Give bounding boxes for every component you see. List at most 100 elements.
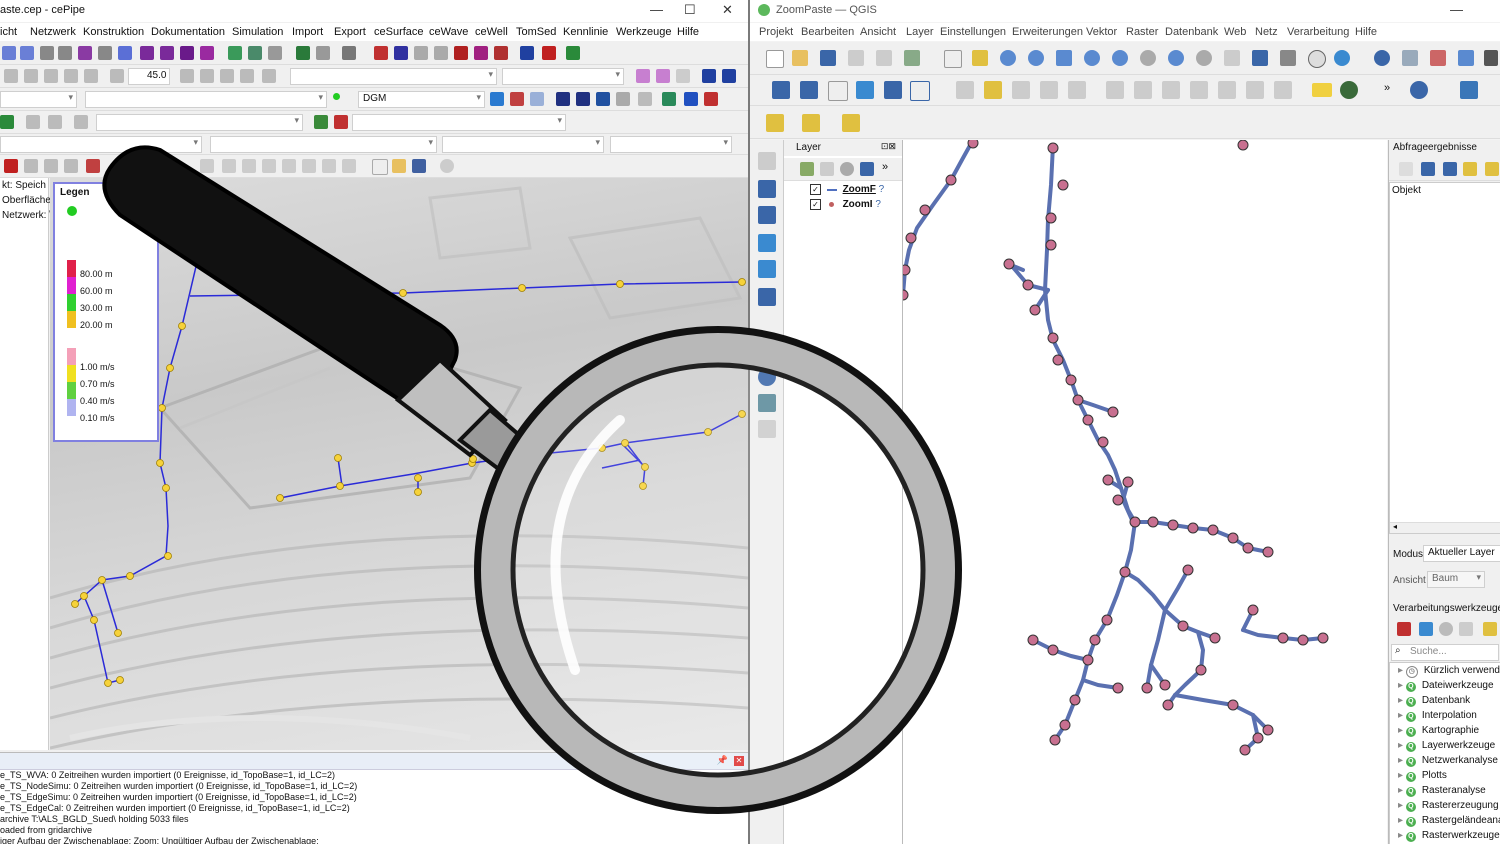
move-icon[interactable]: [44, 159, 58, 173]
add-spatialite-icon[interactable]: [758, 260, 776, 278]
zoom-last-icon[interactable]: [1168, 50, 1184, 66]
results-viewer-icon[interactable]: [1459, 622, 1473, 636]
kn-icon[interactable]: [26, 115, 40, 129]
open-project-icon[interactable]: [792, 50, 808, 66]
paste-icon[interactable]: [86, 159, 100, 173]
close-button[interactable]: ✕: [722, 2, 733, 18]
arrow-up-icon[interactable]: [722, 69, 736, 83]
attribute-table-icon[interactable]: [1402, 50, 1418, 66]
menu-projekt[interactable]: Projekt: [759, 26, 793, 38]
menu-layer[interactable]: Layer: [906, 26, 934, 38]
refresh-icon[interactable]: [1334, 50, 1350, 66]
maximize-button[interactable]: ☐: [684, 2, 696, 18]
menu-datenbank[interactable]: Datenbank: [1165, 26, 1218, 38]
tile4-icon[interactable]: [616, 92, 630, 106]
copy-icon[interactable]: [64, 159, 78, 173]
tool-group-raster-analysis[interactable]: ▸ Q Rasteranalyse: [1398, 785, 1486, 797]
tool-group-recent[interactable]: ▸ ◷ Kürzlich verwendet: [1398, 665, 1500, 678]
angle-icon[interactable]: [110, 69, 124, 83]
paste-features-icon[interactable]: [1218, 81, 1236, 99]
hydrant-icon[interactable]: [542, 46, 556, 60]
layer-checkbox[interactable]: ✓: [810, 199, 821, 210]
dgm-combo[interactable]: DGM ▾: [358, 91, 485, 108]
modify-attributes-icon[interactable]: [1106, 81, 1124, 99]
filter-combo-1[interactable]: ▾: [0, 136, 202, 153]
save-file-icon[interactable]: [412, 159, 426, 173]
menu-cesurface[interactable]: ceSurface: [374, 26, 424, 38]
select-features-icon[interactable]: [766, 114, 784, 132]
variant-combo[interactable]: ▾: [85, 91, 327, 108]
pin-green-icon[interactable]: [314, 115, 328, 129]
menu-export[interactable]: Export: [334, 26, 366, 38]
menu-konstruktion[interactable]: Konstruktion: [83, 26, 144, 38]
draw-line-icon[interactable]: [228, 46, 242, 60]
kl-icon[interactable]: [48, 115, 62, 129]
zoom-next-icon[interactable]: [1196, 50, 1212, 66]
menu-tomsed[interactable]: TomSed: [516, 26, 556, 38]
bookmarks-icon[interactable]: [1280, 50, 1296, 66]
filter-combo-2[interactable]: ▾: [210, 136, 437, 153]
layers-panel-close-icon[interactable]: ⊡⊠: [881, 141, 896, 152]
forward-icon[interactable]: [58, 46, 72, 60]
menu-ansicht[interactable]: icht: [0, 26, 17, 38]
chart-icon[interactable]: [282, 159, 296, 173]
filter-combo-4[interactable]: ▾: [610, 136, 732, 153]
tool-group-raster-creation[interactable]: ▸ Q Rastererzeugung: [1398, 800, 1499, 812]
zoom-in-icon[interactable]: [1000, 50, 1016, 66]
profile-icon[interactable]: [636, 69, 650, 83]
point-icon[interactable]: [566, 46, 580, 60]
digitize-icon[interactable]: [856, 81, 874, 99]
zoom-in-icon[interactable]: [2, 46, 16, 60]
menu-import[interactable]: Import: [292, 26, 323, 38]
tile-icon[interactable]: [556, 92, 570, 106]
data-source-manager-icon[interactable]: [772, 81, 790, 99]
temp-layer-icon[interactable]: [884, 81, 902, 99]
tool-group-network[interactable]: ▸ Q Netzwerkanalyse: [1398, 755, 1498, 767]
pan-map-icon[interactable]: [944, 50, 962, 68]
field-calculator-icon[interactable]: [1430, 50, 1446, 66]
measure-icon[interactable]: [200, 46, 214, 60]
models-icon[interactable]: [1397, 622, 1411, 636]
processing-toolbox-icon[interactable]: [1458, 50, 1474, 66]
tool-b-icon[interactable]: [200, 69, 214, 83]
node-blue-icon[interactable]: [394, 46, 408, 60]
result-combo[interactable]: ▾: [352, 114, 566, 131]
layout-manager-icon[interactable]: [876, 50, 892, 66]
help-icon[interactable]: [440, 159, 454, 173]
menu-netz[interactable]: Netz: [1255, 26, 1278, 38]
horizontal-scrollbar[interactable]: ◂: [1390, 522, 1500, 533]
menu-kennlinie[interactable]: Kennlinie: [563, 26, 608, 38]
add-group-icon[interactable]: [820, 162, 834, 176]
refresh-icon[interactable]: [490, 92, 504, 106]
collapse-icon[interactable]: [1421, 162, 1435, 176]
open-file-icon[interactable]: [392, 159, 406, 173]
undo-icon[interactable]: [1246, 81, 1264, 99]
new-project-icon[interactable]: [766, 50, 784, 68]
layer-item-zoomi[interactable]: ✓ ZoomI ?: [810, 199, 900, 213]
snap2-icon[interactable]: [24, 69, 38, 83]
export-map-icon[interactable]: [704, 92, 718, 106]
pipe-icon[interactable]: [520, 46, 534, 60]
run-icon[interactable]: [0, 115, 14, 129]
scripts-icon[interactable]: [1419, 622, 1433, 636]
clear-results-icon[interactable]: [1463, 162, 1477, 176]
filter-combo-3[interactable]: ▾: [442, 136, 604, 153]
copy-features-icon[interactable]: [1190, 81, 1208, 99]
select-icon[interactable]: [118, 46, 132, 60]
deselect-icon[interactable]: [842, 114, 860, 132]
tool-e-icon[interactable]: [262, 69, 276, 83]
zoom-selection-icon[interactable]: [1084, 50, 1100, 66]
add-raster-icon[interactable]: [758, 180, 776, 198]
profile2-icon[interactable]: [656, 69, 670, 83]
redo-icon[interactable]: [322, 159, 336, 173]
tool-group-database[interactable]: ▸ Q Datenbank: [1398, 695, 1470, 707]
shade-icon[interactable]: [530, 92, 544, 106]
scenario-combo[interactable]: ▾: [0, 91, 77, 108]
valve-icon[interactable]: [474, 46, 488, 60]
menu-erweiterungen[interactable]: Erweiterungen: [1012, 26, 1083, 38]
visibility-icon[interactable]: [840, 162, 854, 176]
copy-results-icon[interactable]: [1485, 162, 1499, 176]
layer-icon[interactable]: [296, 46, 310, 60]
label-tool-icon[interactable]: [1312, 83, 1332, 97]
network-combo[interactable]: ▾: [290, 68, 497, 85]
